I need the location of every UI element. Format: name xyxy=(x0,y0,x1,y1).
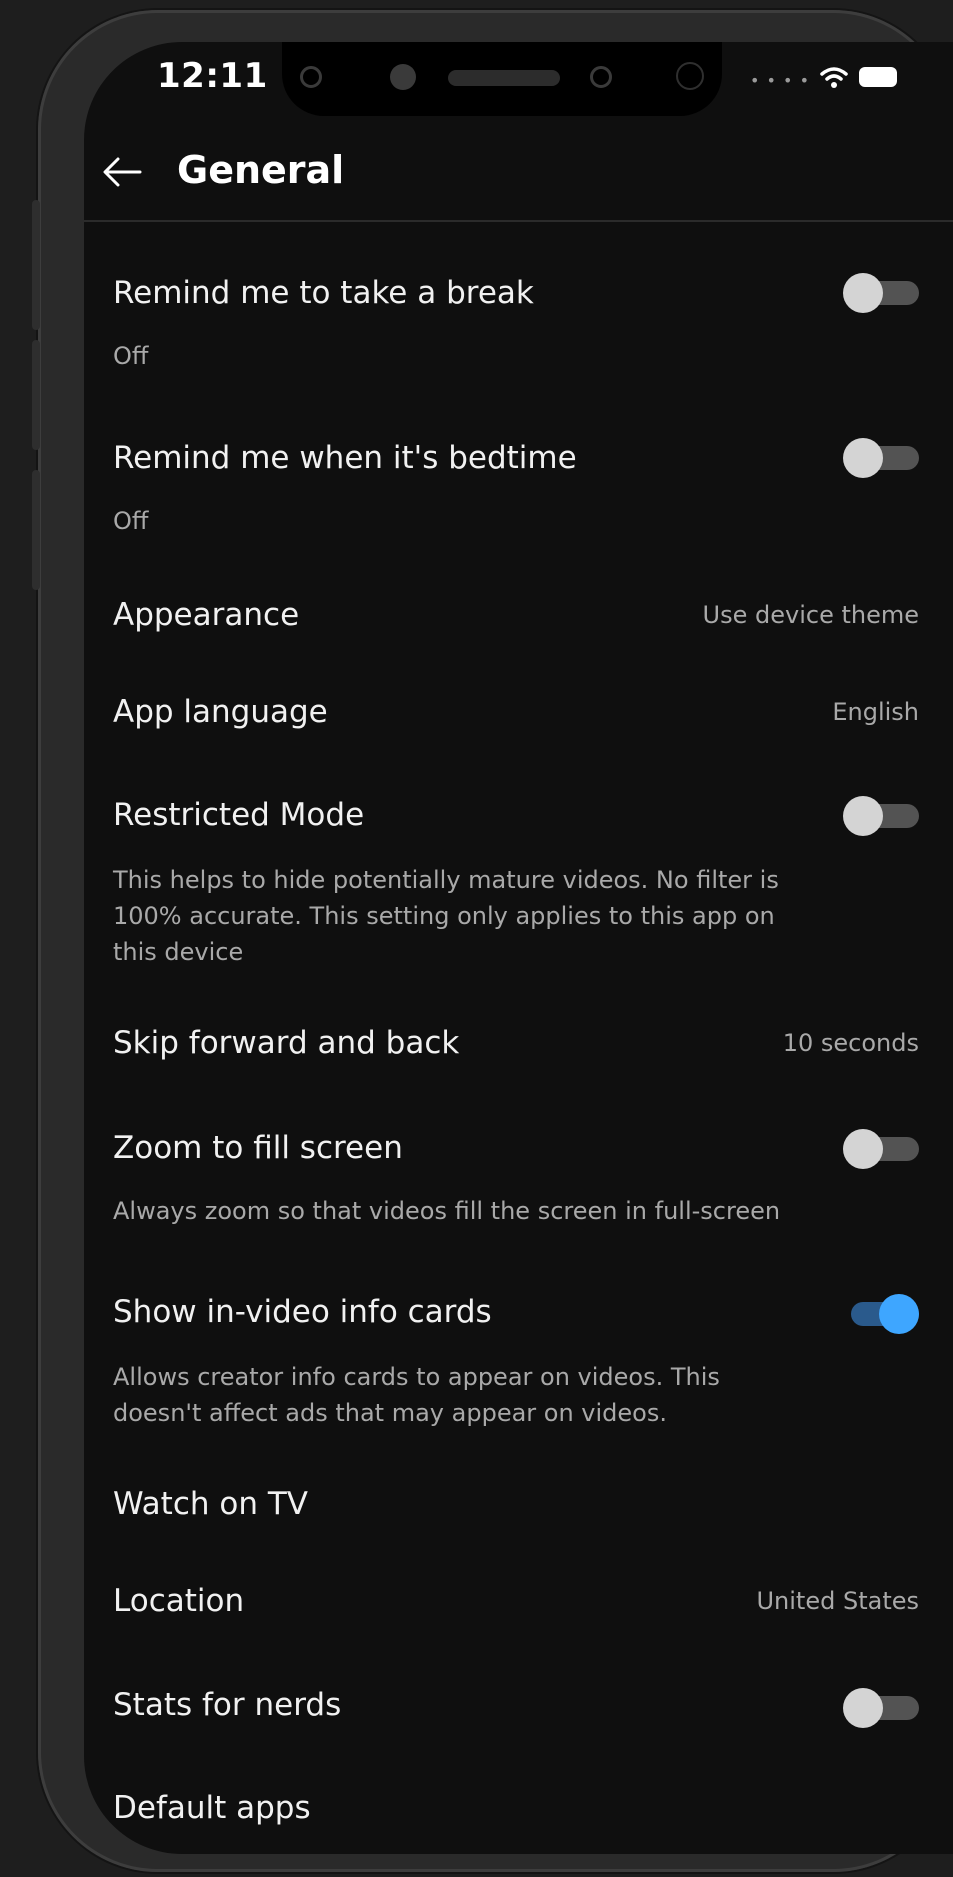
setting-title: Restricted Mode xyxy=(113,797,365,833)
setting-title: Default apps xyxy=(113,1790,311,1826)
setting-title: Watch on TV xyxy=(113,1486,308,1522)
setting-value: 10 seconds xyxy=(782,1029,919,1057)
page-title: General xyxy=(177,148,345,192)
setting-subtitle: Off xyxy=(113,342,149,370)
setting-title: Appearance xyxy=(113,597,300,633)
setting-title: Skip forward and back xyxy=(113,1025,460,1061)
front-camera-icon xyxy=(390,64,416,90)
take-a-break-toggle[interactable] xyxy=(843,273,919,313)
app-header: General xyxy=(84,132,953,222)
bedtime-toggle[interactable] xyxy=(843,438,919,478)
setting-title: Show in-video info cards xyxy=(113,1294,492,1330)
side-button xyxy=(32,200,40,330)
side-button xyxy=(32,340,40,450)
speaker-grille-icon xyxy=(448,70,560,86)
setting-title: App language xyxy=(113,694,328,730)
setting-title: Remind me to take a break xyxy=(113,275,534,311)
side-button xyxy=(32,470,40,590)
zoom-to-fill-toggle[interactable] xyxy=(843,1129,919,1169)
setting-subtitle: Off xyxy=(113,507,149,535)
front-camera-icon xyxy=(590,66,612,88)
battery-icon xyxy=(859,67,898,87)
setting-value: English xyxy=(832,698,919,726)
front-camera-icon xyxy=(300,66,322,88)
setting-description: Allows creator info cards to appear on v… xyxy=(113,1363,720,1427)
wifi-icon xyxy=(820,67,848,88)
back-arrow-icon[interactable] xyxy=(100,150,144,194)
setting-title: Zoom to fill screen xyxy=(113,1130,403,1166)
info-cards-toggle[interactable] xyxy=(843,1294,919,1334)
setting-value: United States xyxy=(756,1587,919,1615)
notch xyxy=(282,42,722,116)
setting-value: Use device theme xyxy=(702,601,919,629)
setting-title: Remind me when it's bedtime xyxy=(113,440,577,476)
front-camera-icon xyxy=(676,62,704,90)
restricted-mode-toggle[interactable] xyxy=(843,796,919,836)
setting-description: Always zoom so that videos fill the scre… xyxy=(113,1197,781,1225)
setting-title: Stats for nerds xyxy=(113,1687,342,1723)
status-time: 12:11 xyxy=(157,56,268,96)
status-icons: • • • • xyxy=(750,62,900,92)
setting-description: This helps to hide potentially mature vi… xyxy=(113,866,779,966)
stats-for-nerds-toggle[interactable] xyxy=(843,1688,919,1728)
signal-dots-icon: • • • • xyxy=(750,70,811,90)
setting-title: Location xyxy=(113,1583,245,1619)
